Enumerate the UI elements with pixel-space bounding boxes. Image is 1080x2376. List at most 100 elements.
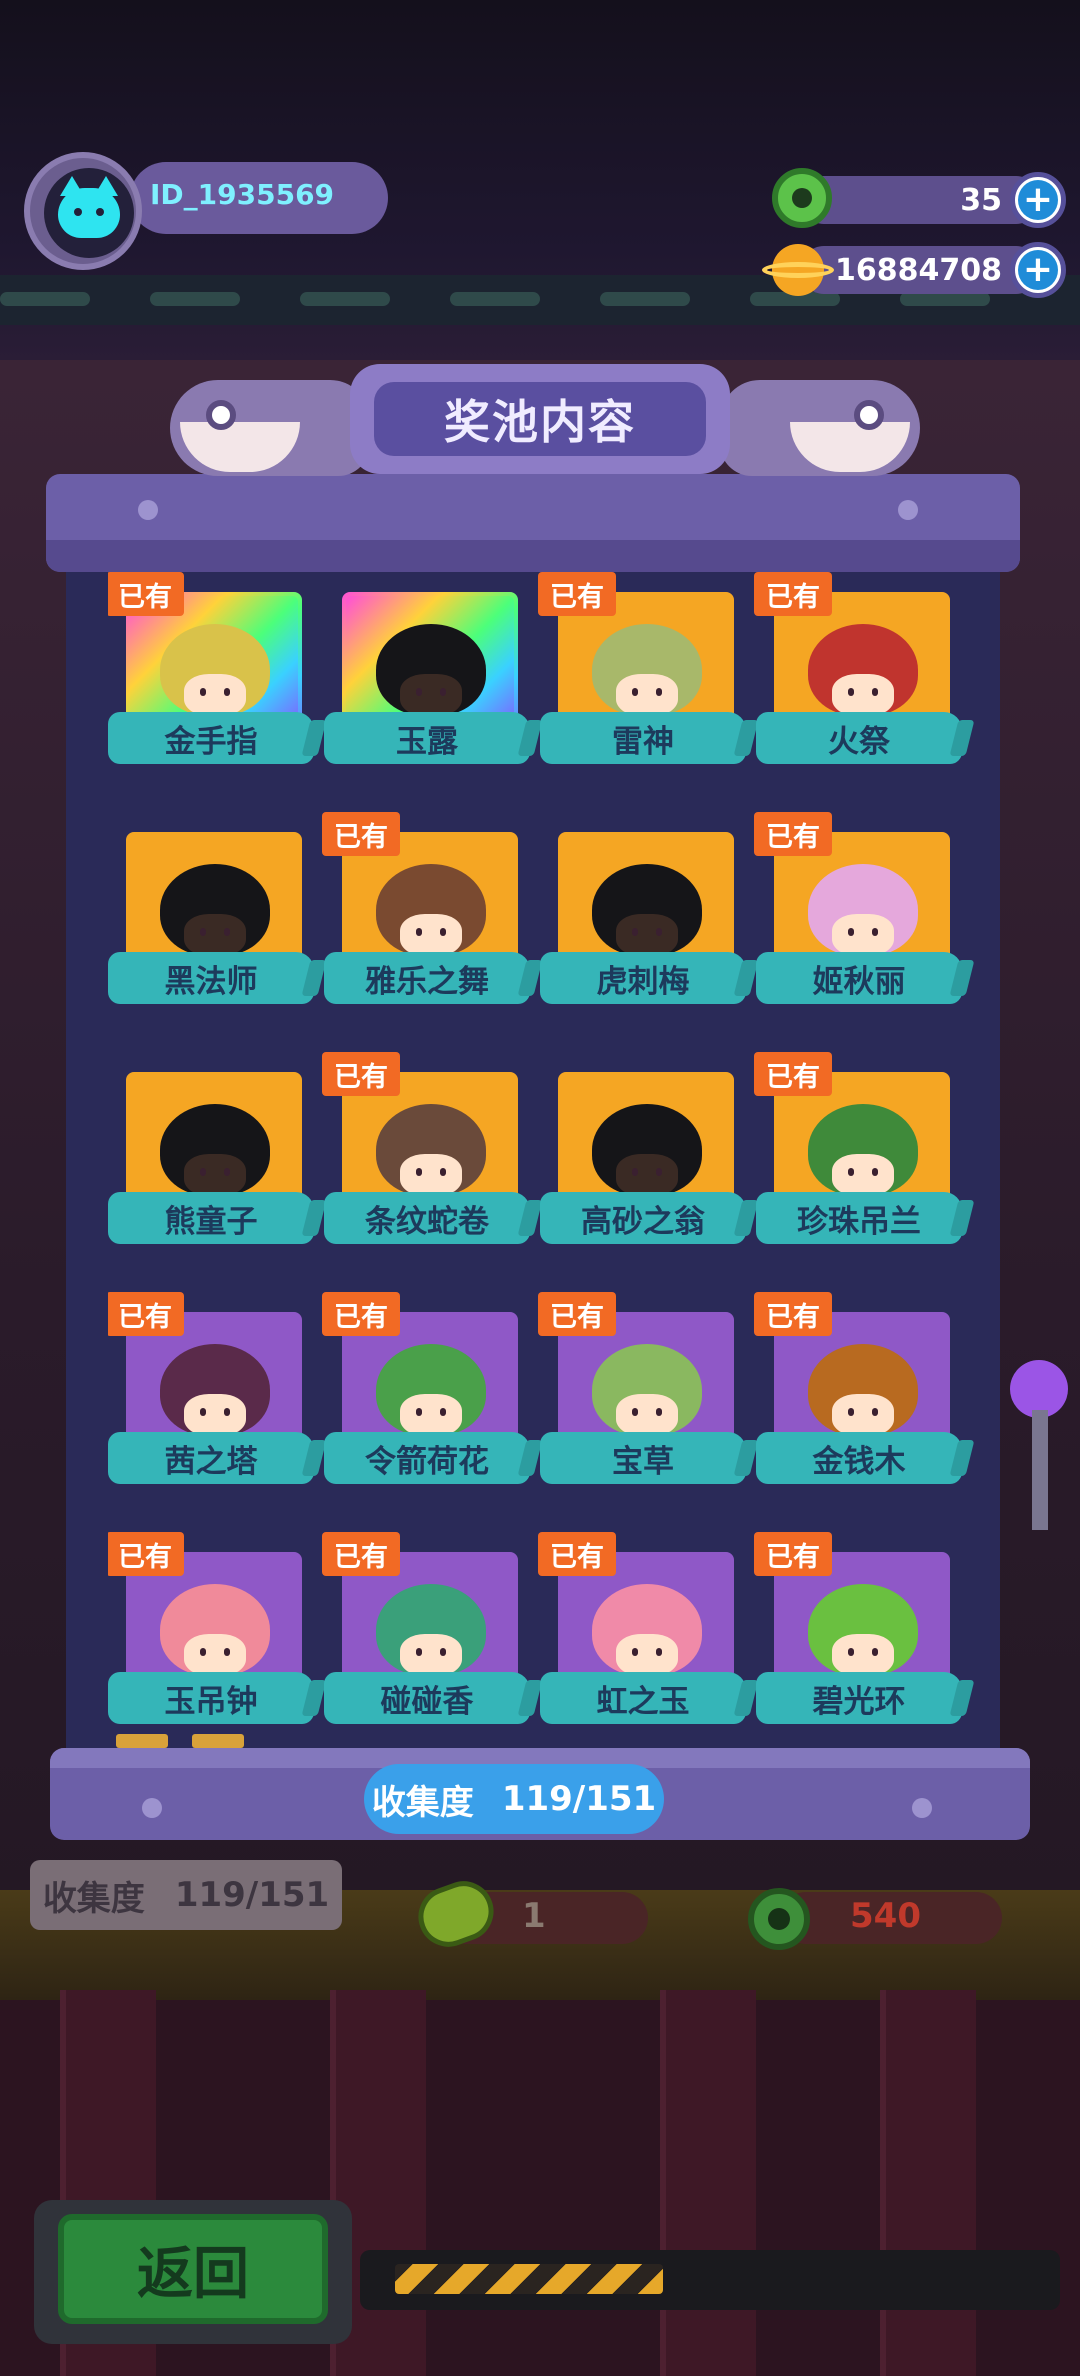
prize-card[interactable]: 黑法师 [108, 812, 314, 1014]
donut-currency-pill [800, 176, 1040, 224]
character-face-icon [184, 1154, 246, 1196]
prize-name: 玉露 [324, 712, 530, 764]
cat-avatar-icon [58, 176, 120, 238]
prize-name: 熊童子 [108, 1192, 314, 1244]
owned-badge: 已有 [754, 1052, 832, 1096]
prize-card[interactable]: 金钱木 已有 [754, 1292, 962, 1494]
character-face-icon [832, 1154, 894, 1196]
owned-badge: 已有 [754, 572, 832, 616]
prize-card[interactable]: 姬秋丽 已有 [754, 812, 962, 1014]
prize-card[interactable]: 珍珠吊兰 已有 [754, 1052, 962, 1254]
character-face-icon [832, 1394, 894, 1436]
scroll-indicator [192, 1734, 244, 1748]
prize-grid[interactable]: 金手指 已有 玉露 雷神 已有 火祭 已有 黑法师 雅乐之舞 已有 虎刺梅 姬秋丽 已有 熊童子 条纹蛇卷已… [108, 572, 978, 1728]
prize-card[interactable]: 玉吊钟 已有 [108, 1532, 314, 1728]
road-dash [0, 292, 90, 306]
prize-name: 茜之塔 [108, 1432, 314, 1484]
prize-name: 宝草 [540, 1432, 746, 1484]
owned-badge: 已有 [322, 1052, 400, 1096]
road-dash [900, 292, 990, 306]
owned-badge: 已有 [108, 1532, 184, 1576]
prize-name: 虎刺梅 [540, 952, 746, 1004]
owned-badge: 已有 [322, 812, 400, 856]
prize-name: 令箭荷花 [324, 1432, 530, 1484]
prize-card[interactable]: 虹之玉 已有 [538, 1532, 746, 1728]
prize-card[interactable]: 雷神 已有 [538, 572, 746, 774]
right-fish-icon [700, 362, 920, 482]
character-face-icon [616, 1634, 678, 1676]
panel-header-shade [46, 540, 1020, 572]
prize-card[interactable]: 令箭荷花 已有 [322, 1292, 530, 1494]
cost-price: 540 [850, 1896, 921, 1936]
character-face-icon [184, 914, 246, 956]
machine-collection-value: 119/151 [174, 1875, 330, 1915]
character-face-icon [616, 1154, 678, 1196]
coin-currency-value: 16884708 [835, 253, 1002, 288]
rivet-icon [898, 500, 918, 520]
lever-stick [1032, 1410, 1048, 1530]
plus-icon: + [1018, 250, 1058, 290]
prize-name: 虹之玉 [540, 1672, 746, 1724]
prize-card[interactable]: 茜之塔 已有 [108, 1292, 314, 1494]
road-dash [300, 292, 390, 306]
machine-collection-label: 收集度 119/151 [30, 1860, 342, 1930]
prize-card[interactable]: 宝草 已有 [538, 1292, 746, 1494]
owned-badge: 已有 [754, 812, 832, 856]
red-pillar [880, 1990, 976, 2376]
rivet-icon [912, 1798, 932, 1818]
add-donut-button[interactable]: + [1010, 172, 1066, 228]
character-face-icon [400, 1394, 462, 1436]
prize-name: 雅乐之舞 [324, 952, 530, 1004]
prize-card[interactable]: 金手指 已有 [108, 572, 314, 774]
prize-name: 姬秋丽 [756, 952, 962, 1004]
prize-card[interactable]: 虎刺梅 [540, 812, 746, 1014]
owned-badge: 已有 [754, 1532, 832, 1576]
prize-card[interactable]: 碧光环 已有 [754, 1532, 962, 1728]
cost-count: 1 [522, 1896, 546, 1936]
back-button[interactable]: 返回 [58, 2214, 328, 2324]
hazard-stripe [395, 2264, 663, 2294]
rivet-icon [138, 500, 158, 520]
prize-card[interactable]: 雅乐之舞 已有 [322, 812, 530, 1014]
avatar[interactable] [44, 168, 134, 258]
dialog-title: 奖池内容 [374, 382, 706, 456]
player-id: ID_1935569 [150, 178, 335, 211]
red-pillar [660, 1990, 756, 2376]
prize-card[interactable]: 碰碰香 已有 [322, 1532, 530, 1728]
donut-currency-value: 35 [960, 183, 1002, 218]
character-face-icon [832, 1634, 894, 1676]
character-face-icon [616, 674, 678, 716]
rivet-icon [142, 1798, 162, 1818]
owned-badge: 已有 [322, 1532, 400, 1576]
prize-card[interactable]: 高砂之翁 [540, 1052, 746, 1254]
collection-label: 收集度 [371, 1782, 474, 1823]
prize-name: 碰碰香 [324, 1672, 530, 1724]
owned-badge: 已有 [538, 1532, 616, 1576]
add-coin-button[interactable]: + [1010, 242, 1066, 298]
green-donut-icon [748, 1888, 810, 1950]
owned-badge: 已有 [108, 572, 184, 616]
owned-badge: 已有 [754, 1292, 832, 1336]
character-face-icon [616, 1394, 678, 1436]
owned-badge: 已有 [538, 572, 616, 616]
prize-name: 金钱木 [756, 1432, 962, 1484]
collection-value: 119/151 [501, 1779, 657, 1819]
prize-name: 雷神 [540, 712, 746, 764]
road-dash [450, 292, 540, 306]
prize-card[interactable]: 熊童子 [108, 1052, 314, 1254]
scroll-indicator [116, 1734, 168, 1748]
planet-coin-icon [762, 240, 834, 300]
machine-collection-text: 收集度 [42, 1878, 145, 1919]
character-face-icon [616, 914, 678, 956]
prize-name: 玉吊钟 [108, 1672, 314, 1724]
prize-card[interactable]: 玉露 [324, 572, 530, 774]
prize-card[interactable]: 火祭 已有 [754, 572, 962, 774]
prize-name: 条纹蛇卷 [324, 1192, 530, 1244]
prize-card[interactable]: 条纹蛇卷 已有 [322, 1052, 530, 1254]
plus-icon: + [1018, 180, 1058, 220]
prize-name: 高砂之翁 [540, 1192, 746, 1244]
character-face-icon [832, 674, 894, 716]
road-dash [150, 292, 240, 306]
character-face-icon [400, 1154, 462, 1196]
prize-name: 珍珠吊兰 [756, 1192, 962, 1244]
